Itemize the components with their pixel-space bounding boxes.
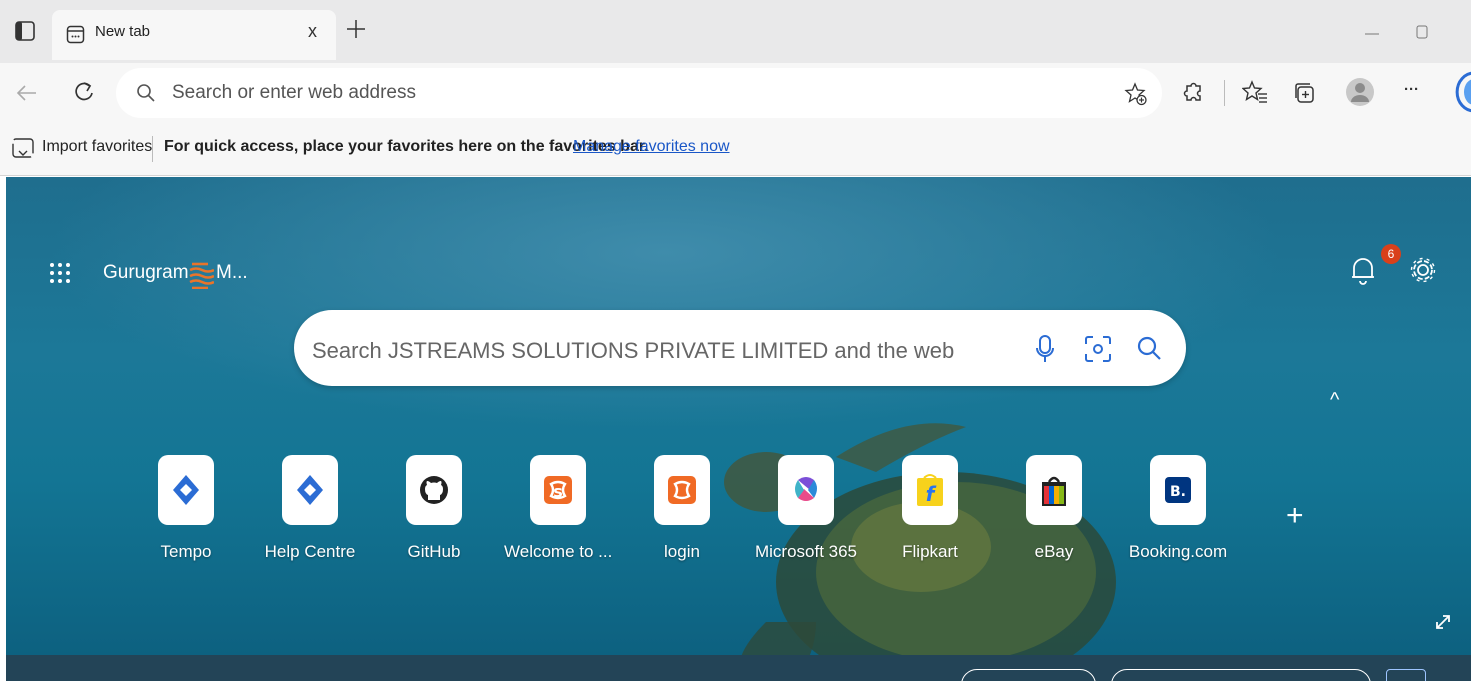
xampp-icon: ѕ bbox=[530, 455, 586, 525]
quick-link-label: Welcome to ... bbox=[504, 542, 613, 561]
feed-search-pill[interactable] bbox=[1111, 669, 1371, 681]
quick-link-label: Booking.com bbox=[1128, 542, 1228, 561]
quick-link-label: Microsoft 365 bbox=[754, 542, 858, 561]
quick-link-tile[interactable]: login bbox=[628, 455, 738, 575]
quick-link-label: login bbox=[664, 542, 700, 561]
flipkart-icon: f bbox=[902, 455, 958, 525]
web-search-box[interactable]: Search JSTREAMS SOLUTIONS PRIVATE LIMITE… bbox=[294, 310, 1186, 386]
fullscreen-expand-icon[interactable] bbox=[1434, 613, 1452, 631]
add-quick-link-button[interactable]: + bbox=[1286, 499, 1304, 533]
toolbar: Search or enter web address ··· bbox=[0, 63, 1471, 123]
feed-header-strip bbox=[6, 655, 1471, 681]
search-icon bbox=[137, 84, 155, 102]
quick-link-tile[interactable]: Tempo bbox=[132, 455, 242, 575]
quick-link-tile[interactable]: Help Centre bbox=[256, 455, 366, 575]
web-search-placeholder: Search JSTREAMS SOLUTIONS PRIVATE LIMITE… bbox=[312, 338, 955, 363]
new-tab-button[interactable] bbox=[344, 17, 368, 41]
feed-layout-button[interactable] bbox=[1386, 669, 1426, 681]
address-bar-placeholder: Search or enter web address bbox=[172, 82, 416, 103]
quick-link-tile[interactable]: f Flipkart bbox=[876, 455, 986, 575]
copilot-icon[interactable] bbox=[1448, 69, 1471, 115]
settings-and-more-button[interactable]: ··· bbox=[1404, 81, 1419, 98]
microphone-icon[interactable] bbox=[1034, 334, 1056, 364]
quick-link-label: GitHub bbox=[407, 542, 461, 561]
new-tab-page-icon bbox=[66, 25, 85, 44]
quick-link-tile[interactable]: Microsoft 365 bbox=[752, 455, 862, 575]
weather-condition: M... bbox=[216, 262, 248, 283]
collapse-quick-links-button[interactable]: ^ bbox=[1330, 389, 1339, 412]
weather-haze-icon bbox=[189, 262, 214, 289]
collections-icon[interactable] bbox=[1292, 80, 1318, 106]
toolbar-divider bbox=[1224, 80, 1225, 106]
microsoft-365-icon bbox=[778, 455, 834, 525]
quick-link-tile[interactable]: ѕ Welcome to ... bbox=[504, 455, 614, 575]
quick-link-label: Tempo bbox=[160, 542, 212, 561]
tab-strip: New tab x bbox=[0, 0, 1471, 63]
notifications-bell-icon[interactable] bbox=[1350, 255, 1376, 285]
tab-close-button[interactable]: x bbox=[308, 21, 317, 42]
quick-link-tile[interactable]: GitHub bbox=[380, 455, 490, 575]
github-icon bbox=[406, 455, 462, 525]
favorites-divider bbox=[152, 136, 153, 162]
quick-link-label: Flipkart bbox=[902, 542, 958, 561]
svg-text:B.: B. bbox=[1170, 484, 1186, 500]
refresh-button[interactable] bbox=[71, 79, 97, 105]
search-submit-icon[interactable] bbox=[1136, 335, 1162, 361]
tab-actions-icon[interactable] bbox=[14, 20, 36, 42]
profile-avatar[interactable] bbox=[1345, 77, 1375, 107]
tab-new-tab[interactable]: New tab x bbox=[52, 10, 336, 60]
quick-link-tile[interactable]: eBay bbox=[1000, 455, 1110, 575]
jira-icon bbox=[282, 455, 338, 525]
import-favorites-icon bbox=[12, 138, 34, 158]
quick-link-label: eBay bbox=[1034, 542, 1074, 561]
ebay-icon bbox=[1026, 455, 1082, 525]
favorites-icon[interactable] bbox=[1242, 80, 1268, 106]
tab-title: New tab bbox=[95, 23, 151, 40]
favorites-bar: Import favorites For quick access, place… bbox=[0, 123, 1471, 176]
quick-link-label: Help Centre bbox=[264, 542, 356, 561]
restore-button[interactable] bbox=[1412, 22, 1432, 42]
notification-count-badge: 6 bbox=[1381, 244, 1401, 264]
manage-favorites-link[interactable]: Manage favorites now bbox=[573, 138, 730, 156]
page-settings-gear-icon[interactable] bbox=[1409, 256, 1437, 284]
extensions-icon[interactable] bbox=[1182, 80, 1206, 104]
booking-icon: B. bbox=[1150, 455, 1206, 525]
import-favorites-button[interactable]: Import favorites bbox=[42, 138, 152, 156]
new-tab-page: Gurugram M... 6 Search JSTREAMS SOLUTION… bbox=[6, 177, 1471, 681]
tempo-icon bbox=[158, 455, 214, 525]
weather-location[interactable]: Gurugram bbox=[103, 262, 189, 284]
feed-tab-pill[interactable] bbox=[961, 669, 1096, 681]
back-button[interactable] bbox=[15, 81, 39, 105]
apps-launcher-icon[interactable] bbox=[48, 261, 72, 285]
add-favorite-icon[interactable] bbox=[1124, 82, 1148, 106]
xampp-icon bbox=[654, 455, 710, 525]
minimize-button[interactable] bbox=[1362, 22, 1382, 42]
address-bar[interactable]: Search or enter web address bbox=[116, 68, 1162, 118]
visual-search-icon[interactable] bbox=[1084, 335, 1112, 363]
quick-link-tile[interactable]: B. Booking.com bbox=[1124, 455, 1234, 575]
